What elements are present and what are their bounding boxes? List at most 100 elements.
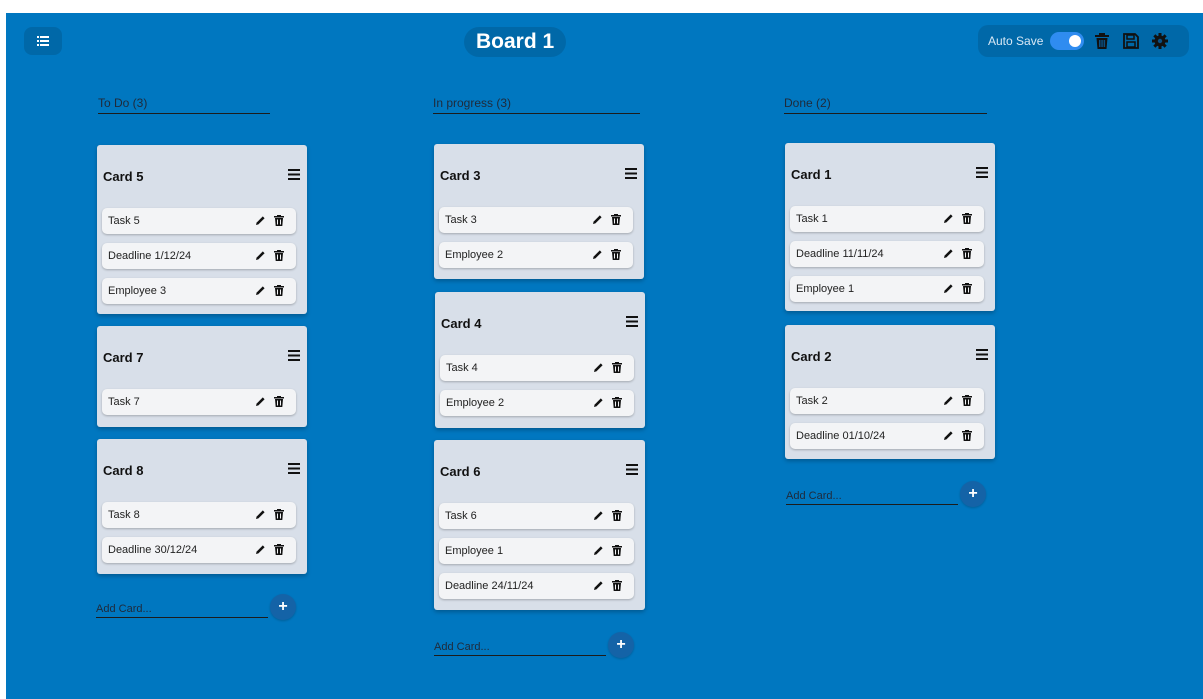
- card[interactable]: Card 5 Task 5 Deadline 1/12/24 Employee …: [97, 145, 307, 314]
- card-item[interactable]: Employee 1: [790, 276, 984, 302]
- card-menu-icon[interactable]: [626, 316, 638, 327]
- add-card-row-done: +: [786, 481, 1006, 507]
- card[interactable]: Card 8 Task 8 Deadline 30/12/24: [97, 439, 307, 574]
- pencil-icon[interactable]: [943, 248, 954, 259]
- trash-icon[interactable]: [274, 509, 284, 520]
- column-header-todo[interactable]: To Do (3): [98, 96, 270, 114]
- trash-icon[interactable]: [274, 396, 284, 407]
- card-item[interactable]: Task 7: [102, 389, 296, 415]
- add-card-input[interactable]: [434, 638, 606, 656]
- pencil-icon[interactable]: [593, 362, 604, 373]
- column-header-in-progress[interactable]: In progress (3): [433, 96, 640, 114]
- card-title: Card 5: [103, 169, 144, 184]
- card-item-text: Task 7: [108, 396, 140, 408]
- pencil-icon[interactable]: [255, 509, 266, 520]
- trash-icon[interactable]: [274, 285, 284, 296]
- pencil-icon[interactable]: [943, 430, 954, 441]
- card-menu-icon[interactable]: [625, 168, 637, 179]
- card-item-text: Deadline 11/11/24: [796, 248, 884, 260]
- trash-icon[interactable]: [962, 248, 972, 259]
- pencil-icon[interactable]: [255, 250, 266, 261]
- card-menu-icon[interactable]: [288, 350, 300, 361]
- card-item[interactable]: Task 5: [102, 208, 296, 234]
- save-button[interactable]: [1120, 30, 1142, 52]
- card-item[interactable]: Employee 3: [102, 278, 296, 304]
- trash-icon[interactable]: [962, 395, 972, 406]
- card-item-text: Deadline 24/11/24: [445, 580, 534, 592]
- card[interactable]: Card 3 Task 3 Employee 2: [434, 144, 644, 279]
- add-card-row-in-progress: +: [434, 632, 654, 658]
- card-item[interactable]: Deadline 30/12/24: [102, 537, 296, 563]
- card-item[interactable]: Task 6: [439, 503, 634, 529]
- add-card-input[interactable]: [786, 487, 958, 505]
- card-item-text: Deadline 1/12/24: [108, 250, 192, 262]
- card[interactable]: Card 2 Task 2 Deadline 01/10/24: [785, 325, 995, 459]
- card-item[interactable]: Deadline 11/11/24: [790, 241, 984, 267]
- trash-icon[interactable]: [612, 545, 622, 556]
- delete-board-button[interactable]: [1091, 30, 1113, 52]
- pencil-icon[interactable]: [943, 395, 954, 406]
- card-menu-icon[interactable]: [288, 169, 300, 180]
- trash-icon[interactable]: [612, 580, 622, 591]
- column-header-done[interactable]: Done (2): [784, 96, 987, 114]
- card-title: Card 3: [440, 168, 481, 183]
- pencil-icon[interactable]: [255, 396, 266, 407]
- trash-icon[interactable]: [962, 213, 972, 224]
- add-card-input[interactable]: [96, 600, 268, 618]
- card-item[interactable]: Task 3: [439, 207, 633, 233]
- card-item-text: Task 4: [446, 362, 478, 374]
- card-item[interactable]: Task 1: [790, 206, 984, 232]
- card-item-text: Task 3: [445, 214, 477, 226]
- add-card-row-todo: +: [96, 594, 316, 620]
- card-item[interactable]: Task 8: [102, 502, 296, 528]
- card-item[interactable]: Employee 2: [440, 390, 634, 416]
- trash-icon[interactable]: [612, 510, 622, 521]
- pencil-icon[interactable]: [255, 215, 266, 226]
- board-title[interactable]: Board 1: [464, 27, 567, 57]
- card-item[interactable]: Employee 2: [439, 242, 633, 268]
- card-menu-icon[interactable]: [626, 464, 638, 475]
- card-item-text: Employee 1: [445, 545, 504, 557]
- trash-icon[interactable]: [274, 250, 284, 261]
- card-item[interactable]: Task 2: [790, 388, 984, 414]
- card-menu-icon[interactable]: [288, 463, 300, 474]
- trash-icon[interactable]: [274, 215, 284, 226]
- card-item[interactable]: Deadline 24/11/24: [439, 573, 634, 599]
- board-canvas: Board 1 Auto Save To Do (3) Card 5 Task …: [6, 13, 1203, 699]
- card[interactable]: Card 6 Task 6 Employee 1 Deadline 24/11/…: [434, 440, 645, 610]
- card-item[interactable]: Employee 1: [439, 538, 634, 564]
- pencil-icon[interactable]: [593, 580, 604, 591]
- card[interactable]: Card 1 Task 1 Deadline 11/11/24 Employee…: [785, 143, 995, 311]
- trash-icon[interactable]: [611, 249, 621, 260]
- card-menu-icon[interactable]: [976, 349, 988, 360]
- add-card-button[interactable]: +: [608, 632, 634, 658]
- pencil-icon[interactable]: [255, 544, 266, 555]
- trash-icon[interactable]: [612, 397, 622, 408]
- trash-icon[interactable]: [962, 430, 972, 441]
- card-menu-icon[interactable]: [976, 167, 988, 178]
- trash-icon[interactable]: [962, 283, 972, 294]
- settings-button[interactable]: [1149, 30, 1171, 52]
- pencil-icon[interactable]: [592, 249, 603, 260]
- card-item[interactable]: Deadline 1/12/24: [102, 243, 296, 269]
- add-card-button[interactable]: +: [960, 481, 986, 507]
- menu-button[interactable]: [24, 27, 62, 55]
- card-item-text: Employee 2: [445, 249, 504, 261]
- card-item-text: Task 1: [796, 213, 828, 225]
- pencil-icon[interactable]: [943, 213, 954, 224]
- trash-icon[interactable]: [274, 544, 284, 555]
- card-item[interactable]: Task 4: [440, 355, 634, 381]
- autosave-toggle[interactable]: [1050, 32, 1085, 50]
- pencil-icon[interactable]: [592, 214, 603, 225]
- pencil-icon[interactable]: [593, 510, 604, 521]
- trash-icon[interactable]: [612, 362, 622, 373]
- card-item[interactable]: Deadline 01/10/24: [790, 423, 984, 449]
- pencil-icon[interactable]: [943, 283, 954, 294]
- add-card-button[interactable]: +: [270, 594, 296, 620]
- pencil-icon[interactable]: [255, 285, 266, 296]
- pencil-icon[interactable]: [593, 397, 604, 408]
- trash-icon[interactable]: [611, 214, 621, 225]
- card[interactable]: Card 7 Task 7: [97, 326, 307, 427]
- pencil-icon[interactable]: [593, 545, 604, 556]
- card[interactable]: Card 4 Task 4 Employee 2: [435, 292, 645, 428]
